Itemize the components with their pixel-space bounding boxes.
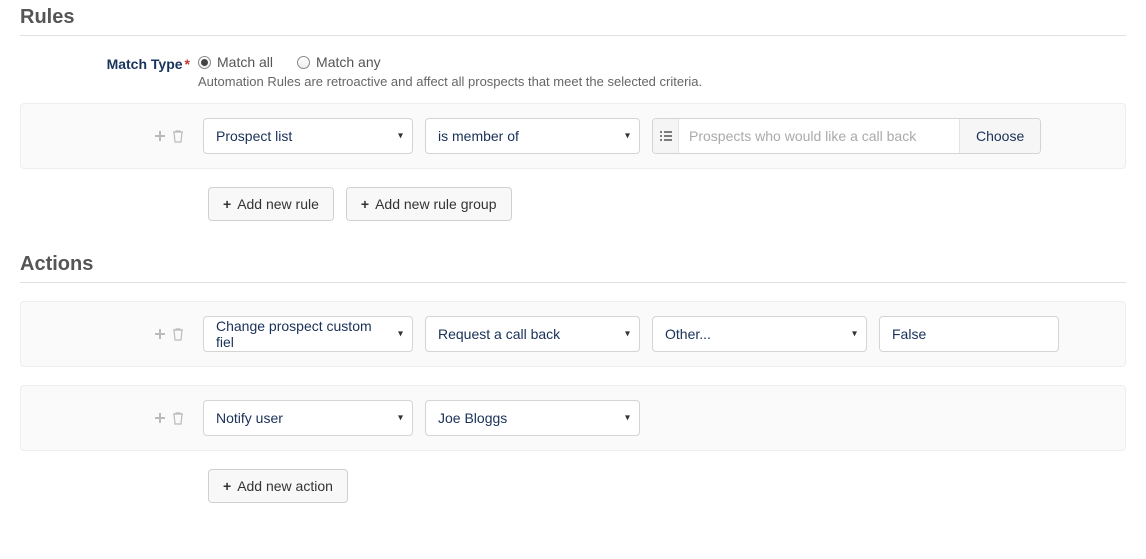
action-value-input[interactable]: False <box>879 316 1059 352</box>
trash-icon[interactable] <box>171 327 185 341</box>
action-row: Change prospect custom fiel Request a ca… <box>20 301 1126 367</box>
add-new-action-button[interactable]: + Add new action <box>208 469 348 503</box>
action-type-select[interactable]: Notify user <box>203 400 413 436</box>
trash-icon[interactable] <box>171 411 185 425</box>
actions-heading: Actions <box>20 247 1126 283</box>
action-user-select[interactable]: Joe Bloggs <box>425 400 640 436</box>
plus-icon: + <box>223 478 231 494</box>
action-field-select[interactable]: Request a call back <box>425 316 640 352</box>
rule-value-input[interactable] <box>679 119 959 153</box>
match-any-label: Match any <box>316 54 381 70</box>
rule-value-lookup: Choose <box>652 118 1041 154</box>
rule-operator-select[interactable]: is member of <box>425 118 640 154</box>
plus-icon: + <box>361 196 369 212</box>
match-type-helper: Automation Rules are retroactive and aff… <box>198 74 1126 89</box>
rule-row: Prospect list is member of Choose <box>20 103 1126 169</box>
match-all-radio[interactable]: Match all <box>198 54 273 70</box>
add-new-rule-group-button[interactable]: + Add new rule group <box>346 187 512 221</box>
action-type-select[interactable]: Change prospect custom fiel <box>203 316 413 352</box>
list-icon <box>653 119 679 153</box>
add-icon[interactable] <box>153 327 167 341</box>
rule-field-select[interactable]: Prospect list <box>203 118 413 154</box>
add-icon[interactable] <box>153 129 167 143</box>
match-any-radio[interactable]: Match any <box>297 54 381 70</box>
radio-icon <box>297 56 310 69</box>
match-type-label: Match Type* <box>20 54 190 72</box>
action-row: Notify user Joe Bloggs <box>20 385 1126 451</box>
plus-icon: + <box>223 196 231 212</box>
add-new-rule-button[interactable]: + Add new rule <box>208 187 334 221</box>
action-operator-select[interactable]: Other... <box>652 316 867 352</box>
add-icon[interactable] <box>153 411 167 425</box>
rules-heading: Rules <box>20 0 1126 36</box>
radio-icon <box>198 56 211 69</box>
trash-icon[interactable] <box>171 129 185 143</box>
match-all-label: Match all <box>217 54 273 70</box>
choose-button[interactable]: Choose <box>959 119 1040 153</box>
